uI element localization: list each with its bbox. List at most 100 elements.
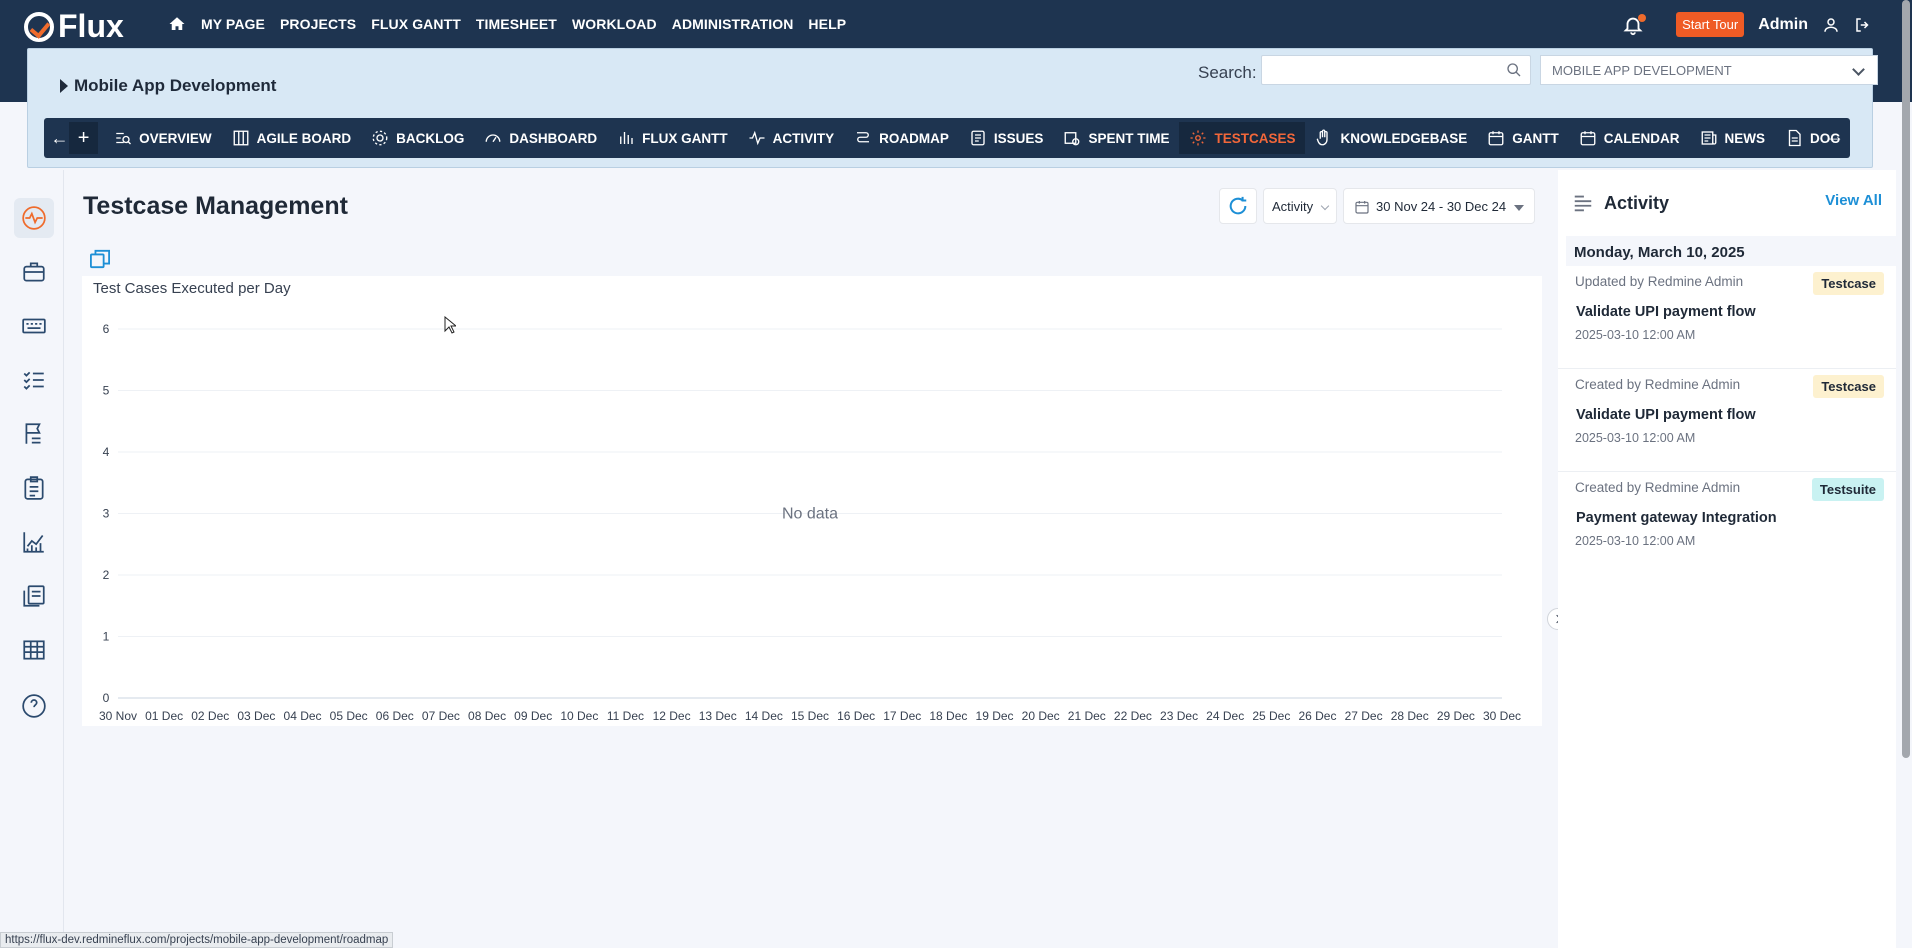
activity-item[interactable]: Created by Redmine Admin Testcase Valida… <box>1558 369 1896 472</box>
activity-title[interactable]: Validate UPI payment flow <box>1576 407 1756 423</box>
briefcase-icon[interactable] <box>14 252 54 292</box>
chevron-down-icon <box>1852 63 1865 76</box>
project-select[interactable]: MOBILE APP DEVELOPMENT <box>1540 55 1878 85</box>
search-input[interactable] <box>1261 55 1531 85</box>
calendar-icon <box>1580 131 1596 146</box>
expand-triangle-icon <box>60 79 68 93</box>
nav-timesheet[interactable]: TIMESHEET <box>476 16 557 32</box>
table-icon[interactable] <box>14 630 54 670</box>
dropdown-caret-icon <box>1514 205 1524 211</box>
tab-activity[interactable]: ACTIVITY <box>738 122 845 154</box>
y-tick-label: 6 <box>103 322 110 336</box>
x-tick-label: 12 Dec <box>653 709 691 723</box>
search-label: Search: <box>1198 63 1257 82</box>
tab-overview[interactable]: OVERVIEW <box>104 122 222 154</box>
tab-dashboard[interactable]: DASHBOARD <box>474 122 607 154</box>
roadmap-icon <box>857 132 870 143</box>
issues-icon <box>971 130 985 146</box>
nav-flux-gantt[interactable]: FLUX GANTT <box>371 16 461 32</box>
view-all-link[interactable]: View All <box>1825 192 1882 209</box>
activity-filter-select[interactable]: Activity <box>1263 188 1337 224</box>
tab-knowledgebase[interactable]: KNOWLEDGEBASE <box>1305 122 1477 154</box>
x-tick-label: 08 Dec <box>468 709 506 723</box>
checklist-icon[interactable] <box>14 360 54 400</box>
clipboard-list-icon[interactable] <box>14 468 54 508</box>
home-icon[interactable] <box>168 15 186 33</box>
x-tick-label: 17 Dec <box>883 709 921 723</box>
user-name[interactable]: Admin <box>1758 16 1808 34</box>
tab-news[interactable]: NEWS <box>1690 122 1776 154</box>
notification-bell-icon[interactable] <box>1622 13 1647 36</box>
nav-workload[interactable]: WORKLOAD <box>572 16 657 32</box>
x-tick-label: 07 Dec <box>422 709 460 723</box>
nav-my-page[interactable]: MY PAGE <box>201 16 265 32</box>
chart-card: Test Cases Executed per Day 0 1 2 3 4 5 6 30 No… <box>82 276 1542 726</box>
tag-badge: Testcase <box>1813 272 1884 295</box>
copy-icon[interactable] <box>89 249 111 269</box>
tab-flux-gantt[interactable]: FLUX GANTT <box>607 122 738 154</box>
tab-agile-board[interactable]: AGILE BOARD <box>222 122 362 154</box>
mouse-cursor-icon <box>444 316 456 334</box>
nav-projects[interactable]: PROJECTS <box>280 16 356 32</box>
scroll-right-arrow-icon[interactable]: → <box>1826 126 1844 147</box>
scroll-left-arrow-icon[interactable]: ← <box>50 128 69 149</box>
page-scrollbar[interactable] <box>1902 0 1910 758</box>
activity-day-header: Monday, March 10, 2025 <box>1566 236 1896 266</box>
search-icon[interactable] <box>1506 62 1522 78</box>
keyboard-icon[interactable] <box>14 306 54 346</box>
flux-logo[interactable]: Flux <box>24 8 124 45</box>
nav-administration[interactable]: ADMINISTRATION <box>672 16 794 32</box>
calendar-icon <box>1488 131 1504 146</box>
date-range-picker[interactable]: 30 Nov 24 - 30 Dec 24 <box>1343 188 1535 224</box>
tab-calendar[interactable]: CALENDAR <box>1569 122 1690 154</box>
tab-issues[interactable]: ISSUES <box>959 122 1054 154</box>
help-icon[interactable] <box>14 686 54 726</box>
x-tick-label: 02 Dec <box>191 709 229 723</box>
add-new-button[interactable]: + <box>68 122 99 154</box>
x-tick-label: 11 Dec <box>607 709 644 723</box>
activity-pulse-icon[interactable] <box>14 198 54 238</box>
tab-roadmap[interactable]: ROADMAP <box>844 122 959 154</box>
board-icon <box>233 130 249 146</box>
bars-icon <box>620 132 633 144</box>
logo-check-icon <box>24 11 54 42</box>
x-tick-label: 27 Dec <box>1345 709 1383 723</box>
x-tick-label: 28 Dec <box>1391 709 1429 723</box>
x-tick-label: 18 Dec <box>929 709 967 723</box>
activity-item[interactable]: Updated by Redmine Admin Testcase Valida… <box>1558 266 1896 369</box>
hand-icon <box>1317 129 1329 146</box>
refresh-button[interactable] <box>1219 188 1257 224</box>
tab-spent-time[interactable]: SPENT TIME <box>1053 122 1179 154</box>
x-tick-label: 04 Dec <box>284 709 322 723</box>
flag-icon[interactable] <box>14 414 54 454</box>
x-tick-label: 05 Dec <box>330 709 368 723</box>
documents-icon[interactable] <box>14 576 54 616</box>
news-icon <box>1701 131 1716 145</box>
y-tick-label: 5 <box>103 384 110 398</box>
tab-testcases[interactable]: TESTCASES <box>1179 122 1306 154</box>
overview-icon <box>116 132 132 145</box>
line-chart-icon[interactable] <box>14 522 54 562</box>
project-module-bar: ← + OVERVIEW AGILE BOARD BACKLOG DASHBOA… <box>44 118 1850 158</box>
x-tick-label: 23 Dec <box>1160 709 1198 723</box>
tab-gantt[interactable]: GANTT <box>1477 122 1569 154</box>
x-tick-label: 06 Dec <box>376 709 414 723</box>
x-tick-label: 21 Dec <box>1068 709 1106 723</box>
clock-calendar-icon <box>1065 132 1080 146</box>
activity-item[interactable]: Created by Redmine Admin Testsuite Payme… <box>1558 472 1896 575</box>
activity-title[interactable]: Payment gateway Integration <box>1576 510 1777 526</box>
nav-help[interactable]: HELP <box>808 16 846 32</box>
x-tick-label: 13 Dec <box>699 709 737 723</box>
x-tick-label: 14 Dec <box>745 709 783 723</box>
logout-icon[interactable] <box>1854 16 1872 34</box>
y-tick-label: 2 <box>103 568 110 582</box>
left-sidebar <box>0 170 64 948</box>
tab-backlog[interactable]: BACKLOG <box>361 122 474 154</box>
activity-header: Activity <box>1572 192 1669 214</box>
project-title[interactable]: Mobile App Development <box>60 76 276 96</box>
start-tour-button[interactable]: Start Tour <box>1676 12 1745 37</box>
user-icon[interactable] <box>1822 16 1840 34</box>
y-tick-label: 1 <box>103 630 110 644</box>
activity-title[interactable]: Validate UPI payment flow <box>1576 304 1756 320</box>
no-data-label: No data <box>782 506 838 523</box>
